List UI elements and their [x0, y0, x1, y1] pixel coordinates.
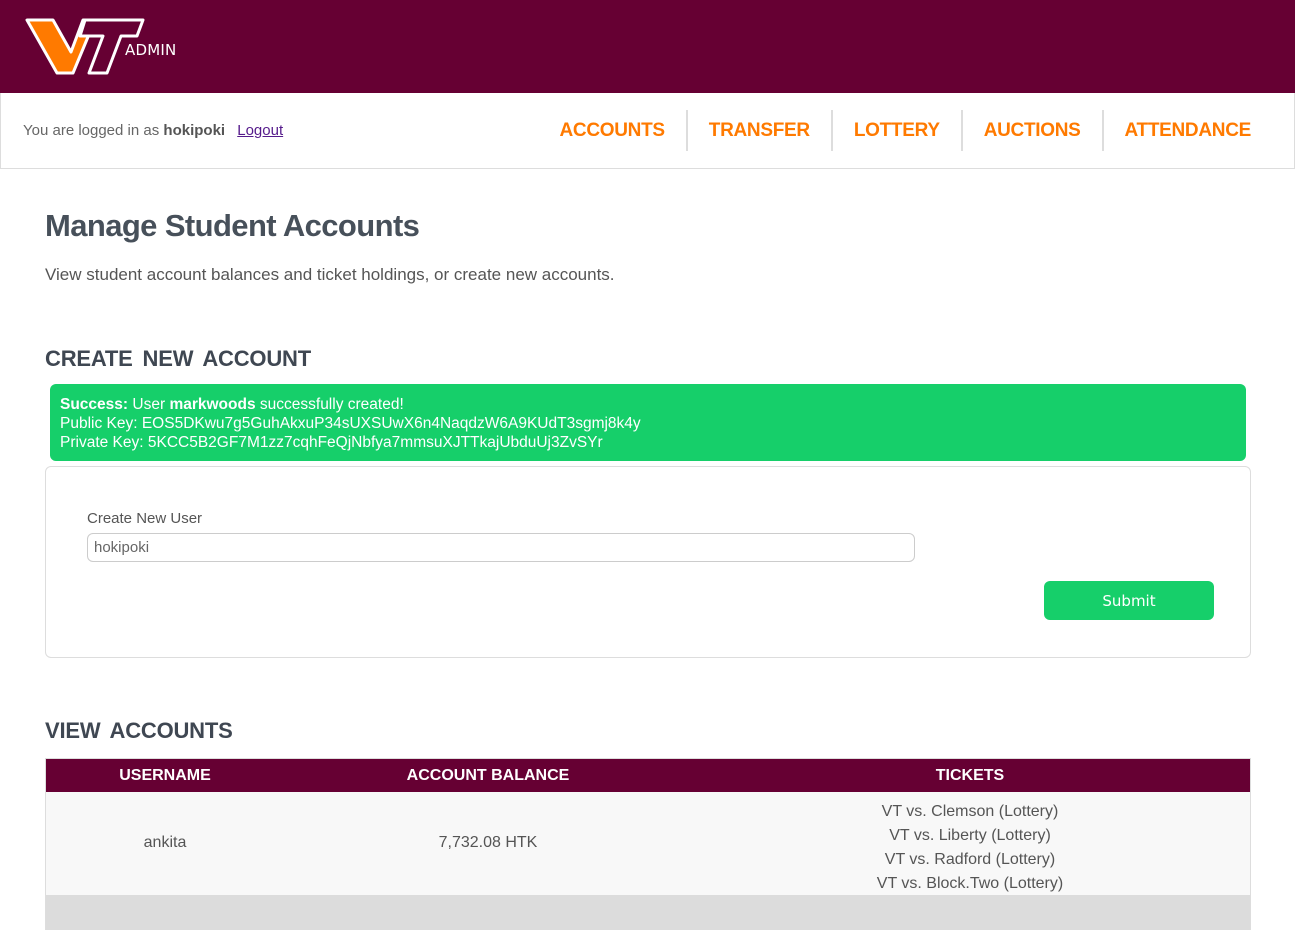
alert-pre: User: [132, 396, 166, 413]
create-user-label: Create New User: [87, 510, 203, 527]
row-tickets: VT vs. Clemson (Lottery) VT vs. Liberty …: [770, 800, 1170, 896]
table-row: ankita 7,732.08 HTK VT vs. Clemson (Lott…: [46, 792, 1250, 895]
row-balance: 7,732.08 HTK: [438, 834, 538, 851]
header-balance: ACCOUNT BALANCE: [406, 767, 570, 784]
login-info: You are logged in as hokipoki Logout: [23, 122, 283, 139]
nav-accounts[interactable]: ACCOUNTS: [539, 110, 686, 151]
row-username: ankita: [143, 834, 187, 851]
create-user-input[interactable]: [87, 533, 915, 562]
nav-transfer[interactable]: TRANSFER: [685, 110, 831, 151]
success-alert: Success: User markwoods successfully cre…: [50, 384, 1246, 461]
logout-link[interactable]: Logout: [237, 122, 283, 139]
view-accounts-title: VIEW ACCOUNTS: [45, 718, 233, 743]
header-tickets: TICKETS: [935, 767, 1005, 784]
alert-post: successfully created!: [259, 396, 404, 413]
submit-button[interactable]: Submit: [1044, 581, 1214, 620]
accounts-table: USERNAME ACCOUNT BALANCE TICKETS ankita …: [45, 758, 1251, 930]
alert-message: Success: User markwoods successfully cre…: [60, 395, 1236, 414]
alert-private-key: Private Key: 5KCC5B2GF7M1zz7cqhFeQjNbfya…: [60, 434, 603, 451]
alert-public-key: Public Key: EOS5DKwu7g5GuhAkxuP34sUXSUwX…: [60, 415, 641, 432]
ticket-item: VT vs. Clemson (Lottery): [881, 803, 1059, 820]
ticket-item: VT vs. Block.Two (Lottery): [876, 875, 1064, 892]
create-user-form: Create New User Submit: [45, 466, 1251, 658]
alert-username: markwoods: [169, 396, 256, 413]
nav-auctions[interactable]: AUCTIONS: [960, 110, 1102, 151]
nav-attendance[interactable]: ATTENDANCE: [1101, 110, 1272, 151]
alert-label: Success:: [60, 396, 129, 413]
page-intro: View student account balances and ticket…: [45, 265, 615, 284]
page-title: Manage Student Accounts: [45, 208, 420, 243]
nav-lottery[interactable]: LOTTERY: [830, 110, 961, 151]
header-username: USERNAME: [119, 767, 211, 784]
top-header: ADMIN: [0, 0, 1295, 93]
navbar: You are logged in as hokipoki Logout ACC…: [0, 93, 1295, 169]
logged-in-prefix: You are logged in as: [23, 122, 160, 139]
table-header: USERNAME ACCOUNT BALANCE TICKETS: [46, 759, 1250, 792]
create-account-title: CREATE NEW ACCOUNT: [45, 346, 311, 371]
ticket-item: VT vs. Radford (Lottery): [884, 851, 1056, 868]
nav-links: ACCOUNTS TRANSFER LOTTERY AUCTIONS ATTEN…: [539, 110, 1272, 151]
table-row: [46, 895, 1250, 930]
ticket-item: VT vs. Liberty (Lottery): [889, 827, 1051, 844]
logged-in-username: hokipoki: [163, 122, 226, 139]
admin-label: ADMIN: [125, 41, 177, 59]
